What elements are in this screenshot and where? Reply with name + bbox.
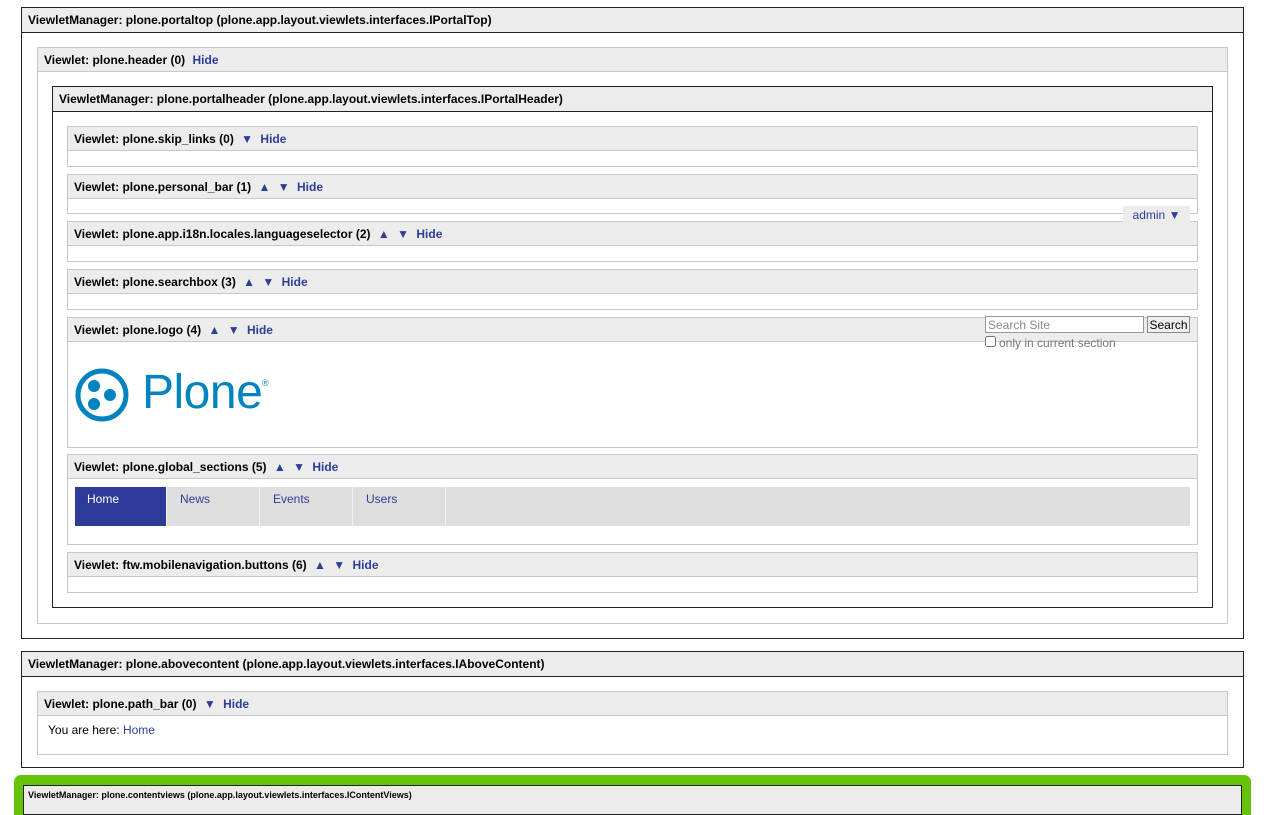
- move-down-link[interactable]: ▼: [228, 323, 240, 337]
- viewlet-path-bar: Viewlet: plone.path_bar (0) ▼ Hide: [37, 691, 1228, 755]
- viewlet-searchbox: Viewlet: plone.searchbox (3) ▲ ▼ Hide: [67, 269, 1198, 310]
- site-logo[interactable]: Plone ®: [75, 366, 271, 422]
- viewlet-mobilenavigation: Viewlet: ftw.mobilenavigation.buttons (6…: [67, 552, 1198, 593]
- move-up-link[interactable]: ▲: [243, 275, 255, 289]
- viewlet-title: Viewlet: plone.searchbox (3): [74, 275, 236, 289]
- viewlet-title: Viewlet: plone.path_bar (0): [44, 697, 197, 711]
- hide-link[interactable]: Hide: [312, 460, 338, 474]
- viewlet-title-bar: Viewlet: ftw.mobilenavigation.buttons (6…: [68, 553, 1197, 577]
- plone-logo-icon: [75, 368, 129, 422]
- viewlet-title: Viewlet: plone.global_sections (5): [74, 460, 267, 474]
- viewlet-manager-title: ViewletManager: plone.portaltop (plone.a…: [22, 8, 1243, 33]
- viewlet-title-bar: Viewlet: plone.path_bar (0) ▼ Hide: [38, 692, 1227, 716]
- nav-tab-users[interactable]: Users: [354, 487, 446, 526]
- hide-link[interactable]: Hide: [223, 697, 249, 711]
- hide-link[interactable]: Hide: [260, 132, 286, 146]
- viewlet-skip-links: Viewlet: plone.skip_links (0) ▼ Hide: [67, 126, 1198, 167]
- viewlet-title-bar: Viewlet: plone.header (0) Hide: [38, 48, 1227, 72]
- breadcrumb-prefix: You are here:: [48, 723, 120, 737]
- hide-link[interactable]: Hide: [353, 558, 379, 572]
- move-down-link[interactable]: ▼: [397, 227, 409, 241]
- viewlet-title-bar: Viewlet: plone.global_sections (5) ▲ ▼ H…: [68, 455, 1197, 479]
- viewlet-title: Viewlet: plone.skip_links (0): [74, 132, 234, 146]
- viewlet-title: Viewlet: plone.header (0): [44, 53, 186, 67]
- viewlet-title: Viewlet: plone.app.i18n.locales.language…: [74, 227, 371, 241]
- current-section-checkbox[interactable]: [985, 336, 996, 347]
- viewlet-manager-title: ViewletManager: plone.portalheader (plon…: [53, 87, 1212, 112]
- logo-wordmark: Plone: [142, 366, 263, 419]
- viewlet-title: Viewlet: plone.logo (4): [74, 323, 202, 337]
- nav-tab-home[interactable]: Home: [75, 487, 167, 526]
- hide-link[interactable]: Hide: [416, 227, 442, 241]
- viewlet-title: Viewlet: ftw.mobilenavigation.buttons (6…: [74, 558, 307, 572]
- viewlet-languageselector: Viewlet: plone.app.i18n.locales.language…: [67, 221, 1198, 262]
- current-section-label: only in current section: [999, 336, 1116, 350]
- hide-link[interactable]: Hide: [297, 180, 323, 194]
- viewlet-title-bar: Viewlet: plone.app.i18n.locales.language…: [68, 222, 1197, 246]
- move-up-link[interactable]: ▲: [274, 460, 286, 474]
- hide-link[interactable]: Hide: [247, 323, 273, 337]
- hide-link[interactable]: Hide: [282, 275, 308, 289]
- breadcrumb: You are here: Home: [48, 723, 155, 737]
- nav-tab-events[interactable]: Events: [261, 487, 353, 526]
- nav-tab-news[interactable]: News: [168, 487, 260, 526]
- move-down-link[interactable]: ▼: [241, 132, 253, 146]
- viewlet-manager-title: ViewletManager: plone.abovecontent (plon…: [22, 652, 1243, 677]
- viewlet-title-bar: Viewlet: plone.skip_links (0) ▼ Hide: [68, 127, 1197, 151]
- move-up-link[interactable]: ▲: [314, 558, 326, 572]
- move-down-link[interactable]: ▼: [293, 460, 305, 474]
- search-input[interactable]: [985, 316, 1144, 333]
- move-down-link[interactable]: ▼: [333, 558, 345, 572]
- hide-link[interactable]: Hide: [193, 53, 219, 67]
- viewlet-title-bar: Viewlet: plone.searchbox (3) ▲ ▼ Hide: [68, 270, 1197, 294]
- move-down-link[interactable]: ▼: [262, 275, 274, 289]
- viewlet-manager-title: ViewletManager: plone.contentviews (plon…: [28, 790, 412, 800]
- move-up-link[interactable]: ▲: [259, 180, 271, 194]
- move-up-link[interactable]: ▲: [378, 227, 390, 241]
- viewlet-title: Viewlet: plone.personal_bar (1): [74, 180, 252, 194]
- viewlet-title-bar: Viewlet: plone.personal_bar (1) ▲ ▼ Hide: [68, 175, 1197, 199]
- registered-mark: ®: [262, 378, 269, 388]
- viewlet-manager-contentviews: ViewletManager: plone.contentviews (plon…: [23, 785, 1242, 815]
- move-down-link[interactable]: ▼: [278, 180, 290, 194]
- user-menu-button[interactable]: admin ▼: [1123, 206, 1190, 224]
- search-button[interactable]: Search: [1147, 316, 1190, 333]
- move-down-link[interactable]: ▼: [204, 697, 216, 711]
- breadcrumb-home-link[interactable]: Home: [123, 723, 155, 737]
- global-navigation: Home News Events Users: [75, 487, 1190, 526]
- move-up-link[interactable]: ▲: [208, 323, 220, 337]
- viewlet-personal-bar: Viewlet: plone.personal_bar (1) ▲ ▼ Hide: [67, 174, 1198, 214]
